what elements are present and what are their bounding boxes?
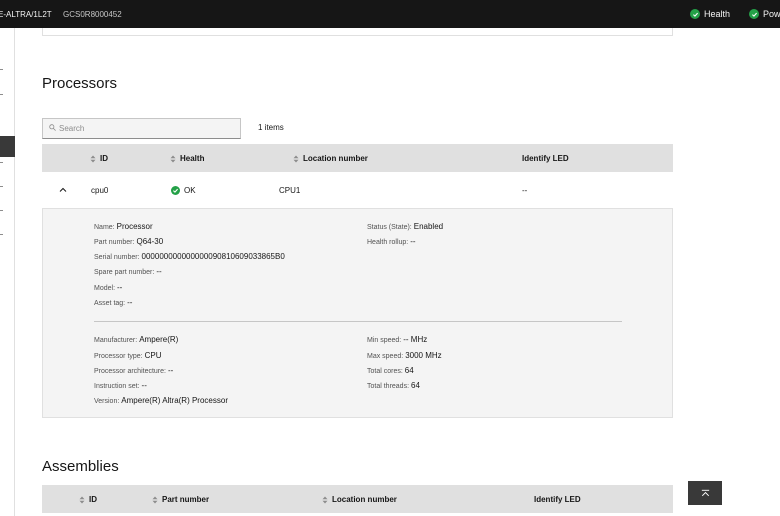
sidebar-item[interactable]: [0, 234, 3, 235]
detail-max-speed: Max speed: 3000 MHz: [367, 351, 442, 360]
detail-min-speed: Min speed: -- MHz: [367, 335, 428, 344]
assemblies-table-header: ID Part number Location number Identify …: [42, 485, 673, 513]
sidebar-item[interactable]: [0, 210, 3, 211]
search-field[interactable]: [42, 118, 241, 139]
assemblies-title: Assemblies: [42, 458, 119, 475]
detail-model: Model: --: [94, 283, 123, 292]
column-header-identify-led: Identify LED: [534, 495, 581, 504]
detail-asset-tag: Asset tag: --: [94, 298, 133, 307]
column-header-location[interactable]: Location number: [293, 154, 368, 163]
row-health: OK: [171, 186, 196, 195]
detail-processor-type: Processor type: CPU: [94, 351, 162, 360]
search-icon: [49, 124, 56, 133]
checkmark-icon: [749, 9, 759, 19]
sidebar-item-active[interactable]: [0, 136, 15, 157]
sidebar-item[interactable]: [0, 94, 3, 95]
sort-icon: [90, 155, 96, 162]
processors-table-header: ID Health Location number Identify LED: [42, 144, 673, 172]
items-count: 1 items: [258, 123, 284, 132]
system-name: E-ALTRA/1L2T: [0, 10, 52, 19]
previous-section-panel: [42, 28, 673, 36]
column-header-health[interactable]: Health: [170, 154, 204, 163]
sidebar-item[interactable]: [0, 186, 3, 187]
detail-part-number: Part number: Q64-30: [94, 237, 164, 246]
sort-icon: [293, 155, 299, 162]
column-header-id[interactable]: ID: [79, 495, 97, 504]
detail-manufacturer: Manufacturer: Ampere(R): [94, 335, 179, 344]
sidebar-item[interactable]: [0, 69, 3, 70]
health-status-label: Health: [704, 9, 731, 19]
detail-architecture: Processor architecture: --: [94, 366, 174, 375]
sort-icon: [322, 496, 328, 503]
detail-total-cores: Total cores: 64: [367, 366, 414, 375]
checkmark-icon: [171, 186, 180, 195]
column-header-part-number[interactable]: Part number: [152, 495, 209, 504]
column-header-identify-led: Identify LED: [522, 154, 569, 163]
detail-serial-number: Serial number: 00000000000000009081060903…: [94, 252, 285, 261]
detail-version: Version: Ampere(R) Altra(R) Processor: [94, 396, 228, 405]
row-id: cpu0: [91, 186, 109, 195]
row-location: CPU1: [279, 186, 301, 195]
search-input[interactable]: [59, 124, 229, 133]
processor-details: Name: Processor Part number: Q64-30 Serial…: [42, 209, 673, 418]
processors-title: Processors: [42, 75, 118, 92]
sort-icon: [79, 496, 85, 503]
divider: [94, 321, 622, 322]
table-row[interactable]: cpu0 OK CPU1 --: [42, 172, 673, 209]
column-header-id[interactable]: ID: [90, 154, 108, 163]
sort-icon: [152, 496, 158, 503]
system-serial: GCS0R8000452: [63, 10, 122, 19]
sidebar-item[interactable]: [0, 162, 3, 163]
top-bar: E-ALTRA/1L2T GCS0R8000452 Health Pow: [0, 0, 780, 28]
row-health-label: OK: [184, 186, 196, 195]
sort-icon: [170, 155, 176, 162]
detail-name: Name: Processor: [94, 222, 153, 231]
row-identify-led: --: [522, 186, 528, 195]
detail-total-threads: Total threads: 64: [367, 381, 420, 390]
back-to-top-icon: [701, 489, 709, 496]
detail-spare-part: Spare part number: --: [94, 267, 162, 276]
power-status-label: Pow: [763, 9, 780, 19]
detail-health-rollup: Health rollup: --: [367, 237, 416, 246]
power-status[interactable]: Pow: [749, 9, 780, 19]
health-status[interactable]: Health: [690, 9, 730, 19]
back-to-top-button[interactable]: [688, 481, 722, 505]
detail-status: Status (State): Enabled: [367, 222, 444, 231]
detail-instruction-set: Instruction set: --: [94, 381, 147, 390]
checkmark-icon: [690, 9, 700, 19]
chevron-up-icon[interactable]: [58, 185, 68, 195]
sidebar: [0, 28, 15, 516]
column-header-location[interactable]: Location number: [322, 495, 397, 504]
